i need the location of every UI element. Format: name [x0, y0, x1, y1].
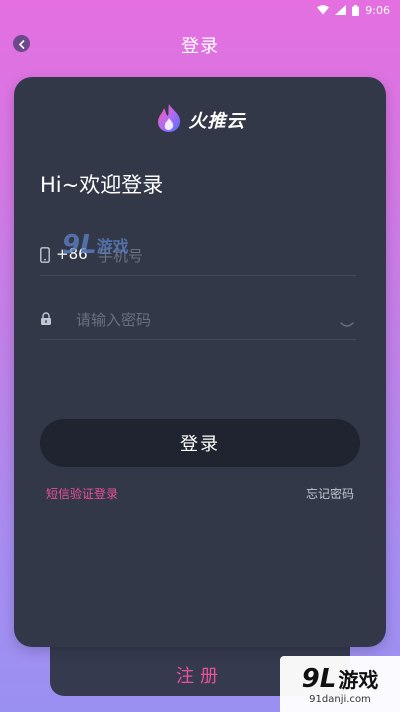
login-screen: 9:06 登录 注册 火推云 Hi~欢迎登录 +86 手机号 登录 短信验证登录… — [0, 0, 400, 712]
watermark-mark: 9L — [62, 230, 97, 260]
watermark: 9L 游戏 — [62, 230, 129, 260]
forgot-password-link[interactable]: 忘记密码 — [306, 485, 354, 502]
top-bar: 登录 — [0, 28, 400, 62]
watermark-text: 游戏 — [96, 237, 129, 256]
sms-login-link[interactable]: 短信验证登录 — [46, 485, 118, 502]
corner-text: 游戏 — [338, 667, 379, 692]
login-card: 火推云 Hi~欢迎登录 +86 登录 短信验证登录 忘记密码 — [14, 77, 386, 647]
status-time: 9:06 — [365, 3, 390, 17]
corner-brand: 9L 游戏 — [302, 664, 379, 694]
password-input[interactable] — [74, 305, 328, 335]
eye-closed-icon[interactable] — [340, 313, 354, 332]
flame-logo-icon — [155, 103, 183, 137]
phone-icon — [40, 247, 50, 267]
corner-mark: 9L — [301, 663, 337, 694]
app-logo: 火推云 — [14, 103, 386, 137]
signal-icon — [335, 5, 347, 15]
phone-input[interactable] — [96, 241, 350, 271]
app-name: 火推云 — [188, 111, 246, 132]
status-bar: 9:06 — [0, 0, 400, 20]
wifi-icon — [317, 5, 330, 15]
corner-url: 91danji.com — [309, 693, 371, 705]
page-title: 登录 — [181, 36, 219, 57]
login-button[interactable]: 登录 — [40, 419, 360, 467]
corner-watermark-logo: 9L 游戏 91danji.com — [280, 656, 400, 712]
greeting-heading: Hi~欢迎登录 — [40, 173, 164, 197]
lock-icon — [40, 311, 52, 330]
battery-icon — [352, 4, 360, 16]
password-field — [40, 299, 356, 340]
